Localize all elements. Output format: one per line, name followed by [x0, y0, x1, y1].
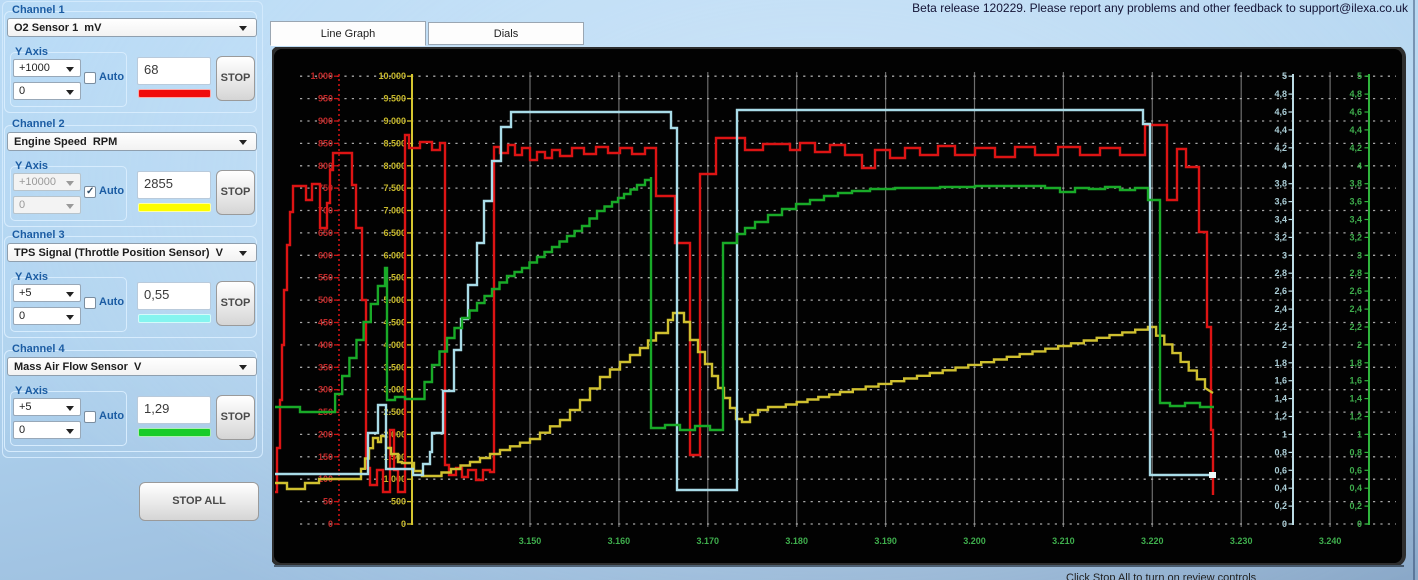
- svg-text:0,6: 0,6: [1349, 465, 1362, 475]
- svg-text:650: 650: [318, 228, 333, 238]
- svg-text:3,8: 3,8: [1349, 179, 1362, 189]
- svg-text:7.500: 7.500: [383, 183, 406, 193]
- svg-text:2: 2: [1357, 340, 1362, 350]
- svg-text:1,2: 1,2: [1349, 412, 1362, 422]
- svg-text:3.170: 3.170: [697, 536, 720, 546]
- svg-text:0,2: 0,2: [1349, 501, 1362, 511]
- svg-text:1,8: 1,8: [1349, 358, 1362, 368]
- svg-text:4,6: 4,6: [1349, 107, 1362, 117]
- svg-text:2: 2: [1282, 340, 1287, 350]
- svg-text:0,2: 0,2: [1274, 501, 1287, 511]
- svg-text:150: 150: [318, 452, 333, 462]
- svg-text:3: 3: [1282, 250, 1287, 260]
- svg-text:1,8: 1,8: [1274, 358, 1287, 368]
- svg-text:0,6: 0,6: [1274, 465, 1287, 475]
- svg-text:8.500: 8.500: [383, 138, 406, 148]
- svg-text:3.230: 3.230: [1230, 536, 1253, 546]
- svg-text:50: 50: [323, 497, 333, 507]
- svg-text:0: 0: [1282, 519, 1287, 529]
- svg-text:0: 0: [1357, 519, 1362, 529]
- svg-text:3.200: 3.200: [963, 536, 986, 546]
- svg-text:2,6: 2,6: [1349, 286, 1362, 296]
- svg-text:900: 900: [318, 116, 333, 126]
- svg-text:950: 950: [318, 94, 333, 104]
- svg-text:2,4: 2,4: [1349, 304, 1362, 314]
- svg-text:2,2: 2,2: [1274, 322, 1287, 332]
- svg-text:9.000: 9.000: [383, 116, 406, 126]
- svg-text:8.000: 8.000: [383, 161, 406, 171]
- svg-text:3.190: 3.190: [874, 536, 897, 546]
- svg-text:2,8: 2,8: [1274, 268, 1287, 278]
- svg-text:2,6: 2,6: [1274, 286, 1287, 296]
- svg-text:500: 500: [318, 295, 333, 305]
- svg-text:850: 850: [318, 138, 333, 148]
- svg-text:1,6: 1,6: [1274, 376, 1287, 386]
- svg-text:3,6: 3,6: [1349, 197, 1362, 207]
- svg-text:1.000: 1.000: [310, 71, 333, 81]
- svg-text:1.000: 1.000: [383, 474, 406, 484]
- svg-text:3,8: 3,8: [1274, 179, 1287, 189]
- svg-text:300: 300: [318, 385, 333, 395]
- svg-text:1,4: 1,4: [1349, 394, 1362, 404]
- svg-text:5: 5: [1282, 71, 1287, 81]
- svg-text:0: 0: [401, 519, 406, 529]
- svg-text:3,4: 3,4: [1349, 215, 1362, 225]
- svg-text:2,8: 2,8: [1349, 268, 1362, 278]
- svg-text:1: 1: [1282, 429, 1287, 439]
- svg-text:5: 5: [1357, 71, 1362, 81]
- svg-text:350: 350: [318, 362, 333, 372]
- svg-text:0,8: 0,8: [1349, 447, 1362, 457]
- svg-text:600: 600: [318, 250, 333, 260]
- svg-text:2,4: 2,4: [1274, 304, 1287, 314]
- svg-text:3.240: 3.240: [1319, 536, 1342, 546]
- svg-text:4,4: 4,4: [1274, 125, 1287, 135]
- svg-text:0: 0: [328, 519, 333, 529]
- svg-text:3,4: 3,4: [1274, 215, 1287, 225]
- svg-text:3.210: 3.210: [1052, 536, 1075, 546]
- svg-text:4,6: 4,6: [1274, 107, 1287, 117]
- svg-text:3.150: 3.150: [519, 536, 542, 546]
- svg-text:3,2: 3,2: [1274, 232, 1287, 242]
- svg-text:4,4: 4,4: [1349, 125, 1362, 135]
- svg-text:1,4: 1,4: [1274, 394, 1287, 404]
- svg-text:4: 4: [1357, 161, 1362, 171]
- svg-text:3: 3: [1357, 250, 1362, 260]
- svg-text:200: 200: [318, 429, 333, 439]
- svg-text:0,4: 0,4: [1274, 483, 1287, 493]
- svg-text:3.220: 3.220: [1141, 536, 1164, 546]
- svg-text:3,2: 3,2: [1349, 232, 1362, 242]
- svg-text:0,8: 0,8: [1274, 447, 1287, 457]
- svg-text:500: 500: [391, 497, 406, 507]
- svg-text:4,2: 4,2: [1349, 143, 1362, 153]
- svg-text:1,2: 1,2: [1274, 412, 1287, 422]
- svg-text:10.000: 10.000: [378, 71, 406, 81]
- svg-text:400: 400: [318, 340, 333, 350]
- svg-text:2,2: 2,2: [1349, 322, 1362, 332]
- svg-text:4,8: 4,8: [1349, 89, 1362, 99]
- svg-text:4: 4: [1282, 161, 1287, 171]
- svg-text:6.500: 6.500: [383, 228, 406, 238]
- svg-text:3.160: 3.160: [608, 536, 631, 546]
- svg-text:4,2: 4,2: [1274, 143, 1287, 153]
- svg-text:450: 450: [318, 318, 333, 328]
- svg-text:1,6: 1,6: [1349, 376, 1362, 386]
- svg-text:9.500: 9.500: [383, 94, 406, 104]
- svg-text:3.180: 3.180: [785, 536, 808, 546]
- svg-text:0,4: 0,4: [1349, 483, 1362, 493]
- svg-text:6.000: 6.000: [383, 250, 406, 260]
- svg-text:1: 1: [1357, 429, 1362, 439]
- svg-text:550: 550: [318, 273, 333, 283]
- svg-text:4,8: 4,8: [1274, 89, 1287, 99]
- svg-text:3,6: 3,6: [1274, 197, 1287, 207]
- svg-text:7.000: 7.000: [383, 206, 406, 216]
